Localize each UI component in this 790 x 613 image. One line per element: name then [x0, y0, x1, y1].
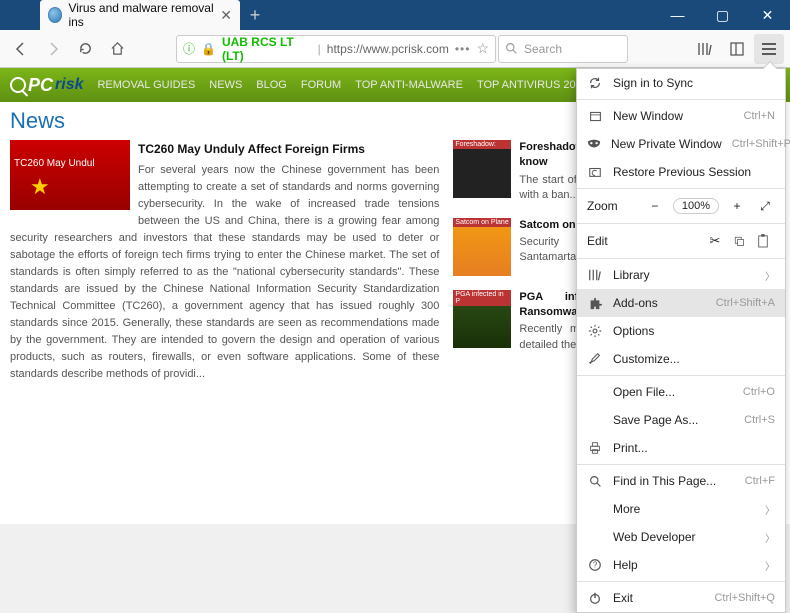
window-icon — [587, 108, 603, 124]
paintbrush-icon — [587, 351, 603, 367]
menu-help[interactable]: ? Help 〉 — [577, 551, 785, 579]
menu-web-developer[interactable]: Web Developer 〉 — [577, 523, 785, 551]
menu-new-private-window[interactable]: New Private Window Ctrl+Shift+P — [577, 130, 785, 158]
menu-sign-in[interactable]: Sign in to Sync — [577, 69, 785, 97]
menu-save-as[interactable]: Save Page As... Ctrl+S — [577, 406, 785, 434]
menu-find[interactable]: Find in This Page... Ctrl+F — [577, 467, 785, 495]
zoom-out-button[interactable]: − — [645, 196, 665, 216]
mask-icon — [587, 136, 601, 152]
chevron-right-icon: 〉 — [765, 558, 775, 573]
maximize-button[interactable]: ▢ — [700, 0, 745, 30]
nav-top-antimalware[interactable]: TOP ANTI-MALWARE — [355, 79, 463, 91]
lock-icon: 🔒 — [201, 42, 216, 56]
gear-icon — [587, 323, 603, 339]
new-tab-button[interactable]: + — [240, 0, 270, 30]
url-text: https://www.pcrisk.com — [327, 42, 449, 56]
search-icon — [505, 42, 518, 55]
chevron-right-icon: 〉 — [765, 268, 775, 283]
lead-article: TC260 May Undul ★ TC260 May Unduly Affec… — [10, 140, 439, 383]
minimize-button[interactable]: — — [655, 0, 700, 30]
app-menu: Sign in to Sync New Window Ctrl+N New Pr… — [576, 68, 786, 613]
address-bar[interactable]: ⓘ 🔒 UAB RCS LT (LT) | https://www.pcrisk… — [176, 35, 496, 63]
article-thumb[interactable]: Satcom on Plane — [453, 218, 511, 276]
browser-tab[interactable]: Virus and malware removal ins ✕ — [40, 0, 240, 30]
back-button[interactable] — [6, 34, 36, 64]
reload-button[interactable] — [70, 34, 100, 64]
power-icon — [587, 590, 603, 606]
page-actions-button[interactable]: ••• — [455, 42, 471, 56]
favicon-globe-icon — [48, 7, 62, 23]
logo-text-b: risk — [55, 76, 83, 94]
magnifier-icon — [10, 77, 26, 93]
close-window-button[interactable]: ✕ — [745, 0, 790, 30]
menu-more[interactable]: More 〉 — [577, 495, 785, 523]
print-icon — [587, 440, 603, 456]
forward-button[interactable] — [38, 34, 68, 64]
article-thumb[interactable]: PGA infected in P — [453, 290, 511, 348]
site-nav: REMOVAL GUIDES NEWS BLOG FORUM TOP ANTI-… — [97, 79, 626, 91]
search-icon — [587, 473, 603, 489]
site-logo[interactable]: PCrisk — [10, 75, 83, 96]
nav-forum[interactable]: FORUM — [301, 79, 341, 91]
menu-new-window[interactable]: New Window Ctrl+N — [577, 102, 785, 130]
menu-addons[interactable]: Add-ons Ctrl+Shift+A — [577, 289, 785, 317]
menu-options[interactable]: Options — [577, 317, 785, 345]
chevron-right-icon: 〉 — [765, 530, 775, 545]
menu-edit: Edit ✂ — [577, 226, 785, 256]
puzzle-icon — [587, 295, 603, 311]
zoom-value[interactable]: 100% — [673, 198, 719, 214]
lead-article-thumb[interactable]: TC260 May Undul ★ — [10, 140, 130, 210]
menu-open-file[interactable]: Open File... Ctrl+O — [577, 378, 785, 406]
menu-print[interactable]: Print... — [577, 434, 785, 462]
navigation-toolbar: ⓘ 🔒 UAB RCS LT (LT) | https://www.pcrisk… — [0, 30, 790, 68]
tab-close-button[interactable]: ✕ — [220, 7, 232, 24]
search-placeholder: Search — [524, 42, 562, 56]
app-menu-button[interactable] — [754, 34, 784, 64]
menu-customize[interactable]: Customize... — [577, 345, 785, 373]
zoom-in-button[interactable]: + — [727, 196, 747, 216]
article-thumb[interactable]: Foreshadow: — [453, 140, 511, 198]
thumb-overlay-text: TC260 May Undul — [14, 156, 95, 172]
site-info-icon[interactable]: ⓘ — [183, 40, 195, 57]
library-button[interactable] — [690, 34, 720, 64]
paste-button[interactable] — [751, 230, 775, 252]
library-icon — [587, 267, 603, 283]
sidebar-button[interactable] — [722, 34, 752, 64]
chevron-right-icon: 〉 — [765, 502, 775, 517]
menu-library[interactable]: Library 〉 — [577, 261, 785, 289]
restore-icon — [587, 164, 603, 180]
home-button[interactable] — [102, 34, 132, 64]
star-icon: ★ — [30, 170, 50, 204]
fullscreen-button[interactable]: ⤢ — [755, 196, 775, 216]
search-bar[interactable]: Search — [498, 35, 628, 63]
webpage-content: PCrisk REMOVAL GUIDES NEWS BLOG FORUM TO… — [0, 68, 790, 524]
menu-exit[interactable]: Exit Ctrl+Shift+Q — [577, 584, 785, 612]
nav-blog[interactable]: BLOG — [256, 79, 287, 91]
ssl-org-label: UAB RCS LT (LT) — [222, 35, 312, 63]
nav-news[interactable]: NEWS — [209, 79, 242, 91]
tab-title: Virus and malware removal ins — [68, 1, 214, 29]
sync-icon — [587, 75, 603, 91]
logo-text-a: PC — [28, 75, 53, 96]
cut-button[interactable]: ✂ — [703, 230, 727, 252]
svg-text:?: ? — [593, 561, 598, 570]
bookmark-star-icon[interactable]: ☆ — [476, 40, 489, 57]
help-icon: ? — [587, 557, 603, 573]
nav-top-antivirus[interactable]: TOP ANTIVIRUS 2018 — [477, 79, 588, 91]
nav-removal-guides[interactable]: REMOVAL GUIDES — [97, 79, 195, 91]
menu-restore-session[interactable]: Restore Previous Session — [577, 158, 785, 186]
copy-button[interactable] — [727, 230, 751, 252]
menu-zoom: Zoom − 100% + ⤢ — [577, 191, 785, 221]
